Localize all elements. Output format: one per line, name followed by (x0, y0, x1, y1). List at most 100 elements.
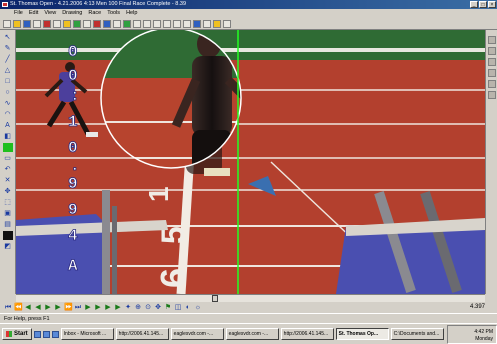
next-image-icon[interactable]: ⏩ (64, 303, 73, 312)
last-frame-icon[interactable]: ⏭ (74, 303, 82, 312)
pencil-tool-icon[interactable]: ✎ (3, 44, 13, 53)
layer-tool-icon[interactable]: ◩ (3, 242, 13, 251)
play-fast-icon[interactable]: ▶ (94, 303, 102, 312)
new-file-icon[interactable] (3, 19, 11, 28)
triangle-tool-icon[interactable]: △ (3, 66, 13, 75)
menu-help[interactable]: Help (126, 9, 137, 18)
maximize-button[interactable]: □ (479, 1, 487, 8)
move-tool-icon[interactable]: ✥ (3, 187, 13, 196)
first-frame-icon[interactable]: ⏮ (4, 303, 12, 312)
menu-tools[interactable]: Tools (107, 9, 120, 18)
clip-icon[interactable]: ◫ (174, 303, 182, 312)
grid-icon[interactable] (193, 19, 201, 28)
task-eaglesvdr-1[interactable]: eaglesvdr.com -... (170, 328, 224, 340)
finish-line-image[interactable]: 1 5 6 2 (16, 30, 485, 294)
event-icon[interactable] (103, 19, 111, 28)
prev-image-icon[interactable]: ⏪ (14, 303, 23, 312)
green-color-swatch[interactable] (2, 143, 13, 152)
zoom-out-icon[interactable] (183, 19, 191, 28)
play-fastest-icon[interactable]: ▶ (114, 303, 122, 312)
arc-tool-icon[interactable]: ◠ (3, 110, 13, 119)
select-tool-icon[interactable]: ⬚ (3, 198, 13, 207)
menu-view[interactable]: View (44, 9, 56, 18)
brightness-icon[interactable]: ☼ (194, 303, 202, 312)
text-tool-icon[interactable]: A (3, 121, 13, 130)
zoom-icon[interactable]: ⊙ (144, 303, 152, 312)
score-digit: 0 (68, 67, 78, 85)
lock-tool-icon[interactable]: ▣ (3, 209, 13, 218)
start-button[interactable]: Start (2, 328, 32, 340)
windows-flag-icon (6, 331, 12, 337)
rectangle-tool-icon[interactable]: □ (3, 77, 13, 86)
black-color-swatch[interactable] (2, 231, 13, 240)
close-button[interactable]: × (488, 1, 496, 8)
pointer-tool-icon[interactable]: ↖ (3, 33, 13, 42)
line-tool-icon[interactable]: ╱ (3, 55, 13, 64)
copy-icon[interactable] (53, 19, 61, 28)
capture-icon[interactable] (73, 19, 81, 28)
right-tool-icon[interactable] (487, 80, 496, 88)
main-toolbar (0, 18, 497, 30)
print-icon[interactable] (33, 19, 41, 28)
task-browser-1[interactable]: http://2006.41.145... (115, 328, 169, 340)
undo-tool-icon[interactable]: ↶ (3, 165, 13, 174)
quicklaunch-ie-icon[interactable] (33, 330, 41, 338)
tray-clock[interactable]: 4:42 PM (448, 329, 493, 336)
step-back-fast-icon[interactable]: ◀ (34, 303, 42, 312)
contrast-icon[interactable]: ◐ (184, 303, 192, 312)
mark-icon[interactable]: ✦ (124, 303, 132, 312)
quicklaunch-desktop-icon[interactable] (51, 330, 59, 338)
help-icon[interactable] (223, 19, 231, 28)
task-documents[interactable]: C:\Documents and... (390, 328, 444, 340)
task-inbox[interactable]: Inbox - Microsoft ... (60, 328, 114, 340)
right-tool-icon[interactable] (487, 36, 496, 44)
pan-icon[interactable]: ✥ (154, 303, 162, 312)
paste-icon[interactable] (63, 19, 71, 28)
play-icon[interactable]: ▶ (44, 303, 52, 312)
step-forward-icon[interactable]: ▶ (54, 303, 62, 312)
delete-tool-icon[interactable]: ✕ (3, 176, 13, 185)
task-eaglesvdr-2[interactable]: eaglesvdr.com -... (225, 328, 279, 340)
right-tool-icon[interactable] (487, 58, 496, 66)
task-browser-2[interactable]: http://2006.41.145... (280, 328, 334, 340)
quicklaunch-outlook-icon[interactable] (42, 330, 50, 338)
open-folder-icon[interactable] (13, 19, 21, 28)
play-loop-icon[interactable]: ▶ (84, 303, 92, 312)
right-tool-icon[interactable] (487, 91, 496, 99)
menu-race[interactable]: Race (88, 9, 101, 18)
group-tool-icon[interactable]: ▤ (3, 220, 13, 229)
right-tool-icon[interactable] (487, 69, 496, 77)
layout-2-icon[interactable] (143, 19, 151, 28)
record-icon[interactable] (93, 19, 101, 28)
task-st-thomas[interactable]: St. Thomas Op... (335, 328, 389, 340)
fill-tool-icon[interactable]: ◧ (3, 132, 13, 141)
layout-3-icon[interactable] (153, 19, 161, 28)
save-icon[interactable] (23, 19, 31, 28)
flag-icon[interactable]: ⚑ (164, 303, 172, 312)
image-scrollbar[interactable] (16, 294, 485, 302)
menu-bar: File Edit View Drawing Race Tools Help (0, 9, 497, 18)
menu-edit[interactable]: Edit (29, 9, 38, 18)
play-faster-icon[interactable]: ▶ (104, 303, 112, 312)
menu-file[interactable]: File (14, 9, 23, 18)
minimize-button[interactable]: _ (470, 1, 478, 8)
scroll-thumb[interactable] (212, 295, 218, 302)
camera-icon[interactable] (83, 19, 91, 28)
snap-icon[interactable]: ⊕ (134, 303, 142, 312)
cut-icon[interactable] (43, 19, 51, 28)
step-back-icon[interactable]: ◀ (24, 303, 32, 312)
image-icon[interactable] (203, 19, 211, 28)
layout-4-icon[interactable] (163, 19, 171, 28)
eraser-tool-icon[interactable]: ▭ (3, 154, 13, 163)
settings-icon[interactable] (213, 19, 221, 28)
menu-drawing[interactable]: Drawing (62, 9, 82, 18)
score-digit: . (70, 157, 80, 175)
circle-tool-icon[interactable]: ○ (3, 88, 13, 97)
heat-icon[interactable] (113, 19, 121, 28)
title-bar[interactable]: St. Thomas Open - 4.21.2006 4:13 Men 100… (0, 0, 497, 9)
right-tool-icon[interactable] (487, 47, 496, 55)
layout-1-icon[interactable] (133, 19, 141, 28)
results-icon[interactable] (123, 19, 131, 28)
curve-tool-icon[interactable]: ∿ (3, 99, 13, 108)
zoom-in-icon[interactable] (173, 19, 181, 28)
